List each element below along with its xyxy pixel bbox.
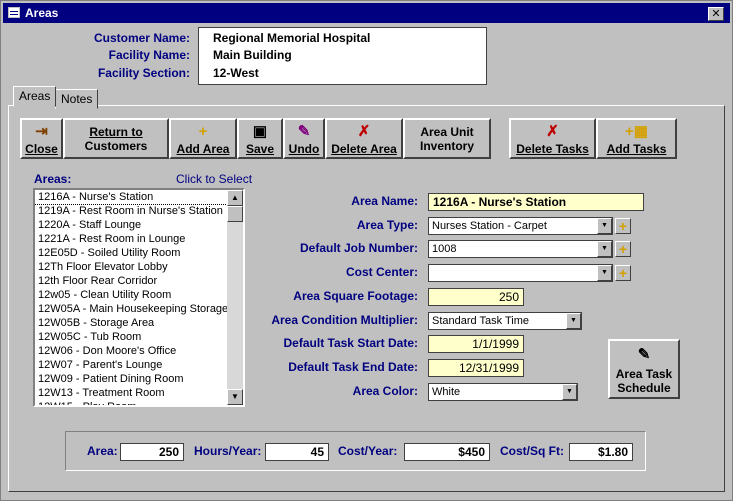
cost-center-label: Cost Center: <box>345 265 418 279</box>
list-item[interactable]: 1221A - Rest Room in Lounge <box>35 232 243 246</box>
close-window-button[interactable]: ✕ <box>708 7 724 21</box>
list-item[interactable]: 12W05C - Tub Room <box>35 330 243 344</box>
summary-cost-sqft-value: $1.80 <box>569 443 633 461</box>
add-area-type-button[interactable]: + <box>615 218 631 234</box>
delete-tasks-button[interactable]: ✗ Delete Tasks <box>509 118 596 159</box>
list-item[interactable]: 12W09 - Patient Dining Room <box>35 372 243 386</box>
tab-areas[interactable]: Areas <box>13 86 57 107</box>
delete-x-pencil-icon: ✗ <box>546 123 559 140</box>
form-icon <box>8 7 20 18</box>
list-item[interactable]: 12W13 - Treatment Room <box>35 386 243 400</box>
add-calendar-icon: +▦ <box>625 123 648 140</box>
areas-list-label: Areas: <box>34 172 72 186</box>
list-item[interactable]: 12W05B - Storage Area <box>35 316 243 330</box>
delete-area-button[interactable]: ✗ Delete Area <box>325 118 403 159</box>
summary-cost-sqft-label: Cost/Sq Ft: <box>500 444 564 458</box>
chevron-down-icon[interactable]: ▼ <box>597 241 612 257</box>
list-item[interactable]: 12w05 - Clean Utility Room <box>35 288 243 302</box>
summary-area-value: 250 <box>120 443 184 461</box>
area-condition-multiplier-label: Area Condition Multiplier: <box>271 313 418 327</box>
list-item[interactable]: 1216A - Nurse's Station <box>35 190 243 205</box>
areas-window: Areas ✕ Customer Name: Facility Name: Fa… <box>0 0 733 501</box>
list-item[interactable]: 12E05D - Soiled Utility Room <box>35 246 243 260</box>
facility-section-value: 12-West <box>213 66 259 80</box>
title-bar: Areas ✕ <box>3 3 730 23</box>
click-to-select-hint: Click to Select <box>176 172 253 186</box>
area-name-field[interactable]: 1216A - Nurse's Station <box>428 193 644 211</box>
list-item[interactable]: 12W15 - Play Room <box>35 400 243 405</box>
add-area-button[interactable]: + Add Area <box>169 118 237 159</box>
area-type-select[interactable]: Nurses Station - Carpet ▼ <box>428 217 613 235</box>
add-cost-center-button[interactable]: + <box>615 265 631 281</box>
condition-multiplier-select[interactable]: Standard Task Time ▼ <box>428 312 582 330</box>
tab-notes[interactable]: Notes <box>55 89 99 109</box>
undo-eraser-icon: ✎ <box>297 123 311 140</box>
customer-name-label: Customer Name: <box>93 31 190 45</box>
area-name-label: Area Name: <box>351 194 418 208</box>
list-item[interactable]: 12th Floor Rear Corridor <box>35 274 243 288</box>
area-type-label: Area Type: <box>356 218 418 232</box>
list-item[interactable]: 1219A - Rest Room in Nurse's Station <box>35 204 243 218</box>
add-tasks-button[interactable]: +▦ Add Tasks <box>596 118 677 159</box>
list-item[interactable]: 12W05A - Main Housekeeping Storage <box>35 302 243 316</box>
default-task-start-date-label: Default Task Start Date: <box>283 336 418 350</box>
default-task-end-date-label: Default Task End Date: <box>288 360 418 374</box>
close-button[interactable]: ⇥ Close <box>20 118 63 159</box>
save-button[interactable]: ▣ Save <box>237 118 283 159</box>
summary-area-label: Area: <box>87 444 118 458</box>
calendar-pencil-icon: ✎ <box>637 346 651 363</box>
chevron-down-icon[interactable]: ▼ <box>597 265 612 281</box>
summary-hours-value: 45 <box>265 443 329 461</box>
window-title: Areas <box>25 6 59 20</box>
default-job-number-label: Default Job Number: <box>299 241 418 255</box>
facility-name-value: Main Building <box>213 48 292 62</box>
job-number-select[interactable]: 1008 ▼ <box>428 240 613 258</box>
summary-cost-value: $450 <box>404 443 490 461</box>
area-square-footage-label: Area Square Footage: <box>293 289 418 303</box>
areas-listbox[interactable]: 1216A - Nurse's Station 1219A - Rest Room… <box>33 188 245 407</box>
undo-button[interactable]: ✎ Undo <box>283 118 325 159</box>
plus-star-icon: + <box>198 123 208 140</box>
scroll-up-icon[interactable]: ▲ <box>227 190 243 206</box>
summary-cost-label: Cost/Year: <box>338 444 398 458</box>
scroll-down-icon[interactable]: ▼ <box>227 389 243 405</box>
return-to-customers-button[interactable]: Return to Customers <box>63 118 169 159</box>
chevron-down-icon[interactable]: ▼ <box>597 218 612 234</box>
add-job-number-button[interactable]: + <box>615 241 631 257</box>
area-square-footage-field[interactable]: 250 <box>428 288 524 306</box>
vertical-scrollbar[interactable]: ▲ ▼ <box>227 190 243 405</box>
summary-hours-label: Hours/Year: <box>194 444 262 458</box>
area-task-schedule-button[interactable]: ✎ Area Task Schedule <box>608 339 680 399</box>
list-item[interactable]: 12Th Floor Elevator Lobby <box>35 260 243 274</box>
chevron-down-icon[interactable]: ▼ <box>566 313 581 329</box>
facility-section-label: Facility Section: <box>97 66 190 80</box>
facility-name-label: Facility Name: <box>108 48 190 62</box>
chevron-down-icon[interactable]: ▼ <box>562 384 577 400</box>
areas-list-rows: 1216A - Nurse's Station 1219A - Rest Room… <box>35 190 243 405</box>
floppy-disk-icon: ▣ <box>252 123 268 140</box>
area-unit-inventory-button[interactable]: Area Unit Inventory <box>403 118 491 159</box>
scroll-thumb[interactable] <box>227 206 243 222</box>
delete-x-pencil-icon: ✗ <box>357 123 371 140</box>
list-item[interactable]: 1220A - Staff Lounge <box>35 218 243 232</box>
task-end-date-field[interactable]: 12/31/1999 <box>428 359 524 377</box>
door-exit-icon: ⇥ <box>35 123 48 140</box>
list-item[interactable]: 12W06 - Don Moore's Office <box>35 344 243 358</box>
cost-center-select[interactable]: ▼ <box>428 264 613 282</box>
customer-info-box: Regional Memorial Hospital Main Building… <box>198 27 487 85</box>
area-color-label: Area Color: <box>352 384 418 398</box>
customer-name-value: Regional Memorial Hospital <box>213 31 371 45</box>
list-item[interactable]: 12W07 - Parent's Lounge <box>35 358 243 372</box>
task-start-date-field[interactable]: 1/1/1999 <box>428 335 524 353</box>
area-color-select[interactable]: White ▼ <box>428 383 578 401</box>
